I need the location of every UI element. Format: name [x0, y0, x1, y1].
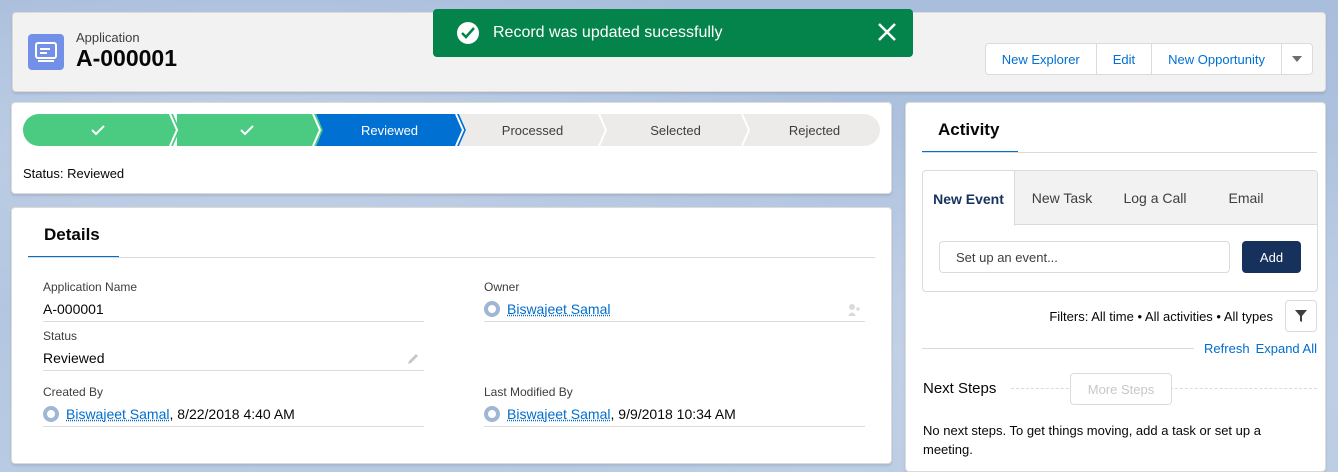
composer-tab-bar: New Event New Task Log a Call Email — [923, 171, 1317, 226]
chevron-down-icon — [1292, 56, 1302, 62]
field-last-modified-by: Last Modified By Biswajeet Samal , 9/9/2… — [484, 385, 865, 427]
field-value: Reviewed — [43, 348, 424, 371]
path-step-processed[interactable]: Processed — [463, 114, 602, 146]
field-label: Status — [43, 329, 78, 343]
success-check-icon — [457, 22, 479, 44]
field-status: Status Reviewed — [43, 329, 424, 371]
tab-log-a-call[interactable]: Log a Call — [1109, 171, 1201, 225]
application-name-value: A-000001 — [43, 300, 104, 317]
add-button[interactable]: Add — [1242, 241, 1301, 273]
status-path: Reviewed Processed Selected Rejected — [23, 114, 880, 148]
field-label: Application Name — [43, 280, 138, 294]
toast-message: Record was updated sucessfully — [493, 24, 723, 41]
tab-new-event[interactable]: New Event — [923, 171, 1015, 226]
path-separator — [595, 114, 609, 146]
avatar — [484, 300, 500, 317]
path-separator — [166, 114, 180, 146]
filter-button[interactable] — [1285, 300, 1317, 332]
record-title: A-000001 — [76, 45, 178, 71]
application-record-icon — [28, 34, 64, 70]
tab-activity[interactable]: Activity — [922, 113, 1018, 153]
path-separator — [452, 114, 466, 146]
tab-details[interactable]: Details — [28, 218, 119, 258]
edit-button[interactable]: Edit — [1095, 43, 1153, 75]
refresh-link[interactable]: Refresh — [1204, 341, 1250, 356]
more-actions-button[interactable] — [1281, 43, 1313, 75]
status-value: Reviewed — [43, 349, 105, 366]
more-steps-button[interactable]: More Steps — [1070, 373, 1172, 405]
activity-card: Activity New Event New Task Log a Call E… — [905, 102, 1326, 472]
field-created-by: Created By Biswajeet Samal , 8/22/2018 4… — [43, 385, 424, 427]
path-separator — [738, 114, 752, 146]
path-step-1[interactable] — [23, 114, 173, 146]
field-label: Owner — [484, 280, 520, 294]
header-action-group: New Explorer Edit New Opportunity — [984, 43, 1313, 75]
avatar — [484, 405, 500, 422]
event-input[interactable] — [939, 241, 1230, 273]
path-separator — [309, 114, 323, 146]
avatar — [43, 405, 59, 422]
pencil-icon[interactable] — [406, 352, 420, 366]
path-status-text: Status: Reviewed — [23, 166, 125, 181]
created-date: , 8/22/2018 4:40 AM — [169, 405, 295, 422]
activity-filters-text: Filters: All time • All activities • All… — [1049, 309, 1273, 324]
expand-all-link[interactable]: Expand All — [1256, 341, 1317, 356]
filter-icon — [1295, 310, 1307, 322]
activity-composer: New Event New Task Log a Call Email Add — [922, 170, 1318, 292]
tab-email[interactable]: Email — [1201, 171, 1291, 225]
path-step-2[interactable] — [177, 114, 316, 146]
new-explorer-button[interactable]: New Explorer — [984, 43, 1097, 75]
field-value: A-000001 — [43, 299, 424, 322]
modified-date: , 9/9/2018 10:34 AM — [610, 405, 736, 422]
field-owner: Owner Biswajeet Samal — [484, 280, 865, 322]
path-step-reviewed[interactable]: Reviewed — [320, 114, 459, 146]
modified-by-user-link[interactable]: Biswajeet Samal — [507, 406, 611, 422]
tab-divider — [28, 257, 875, 258]
field-label: Last Modified By — [484, 385, 573, 399]
status-path-card: Reviewed Processed Selected Rejected Sta… — [11, 102, 892, 194]
change-owner-icon[interactable] — [847, 303, 861, 317]
new-opportunity-button[interactable]: New Opportunity — [1151, 43, 1282, 75]
details-card: Details Application Name A-000001 Owner … — [11, 207, 892, 464]
success-toast: Record was updated sucessfully — [433, 9, 913, 57]
field-value: Biswajeet Samal — [484, 299, 865, 322]
object-type-label: Application — [76, 30, 140, 45]
field-application-name: Application Name A-000001 — [43, 280, 424, 322]
close-icon[interactable] — [877, 22, 897, 47]
field-value: Biswajeet Samal , 9/9/2018 10:34 AM — [484, 404, 865, 427]
no-next-steps-text: No next steps. To get things moving, add… — [923, 423, 1261, 457]
check-icon — [91, 124, 105, 135]
field-value: Biswajeet Samal , 8/22/2018 4:40 AM — [43, 404, 424, 427]
tab-new-task[interactable]: New Task — [1015, 171, 1109, 225]
check-icon — [239, 124, 254, 135]
timeline-links: Refresh Expand All — [1194, 341, 1317, 356]
tab-divider — [922, 152, 1317, 153]
owner-link[interactable]: Biswajeet Samal — [507, 301, 611, 317]
field-label: Created By — [43, 385, 104, 399]
next-steps-heading: Next Steps — [923, 380, 997, 397]
path-step-selected[interactable]: Selected — [606, 114, 745, 146]
path-step-rejected[interactable]: Rejected — [749, 114, 880, 146]
created-by-user-link[interactable]: Biswajeet Samal — [66, 406, 170, 422]
